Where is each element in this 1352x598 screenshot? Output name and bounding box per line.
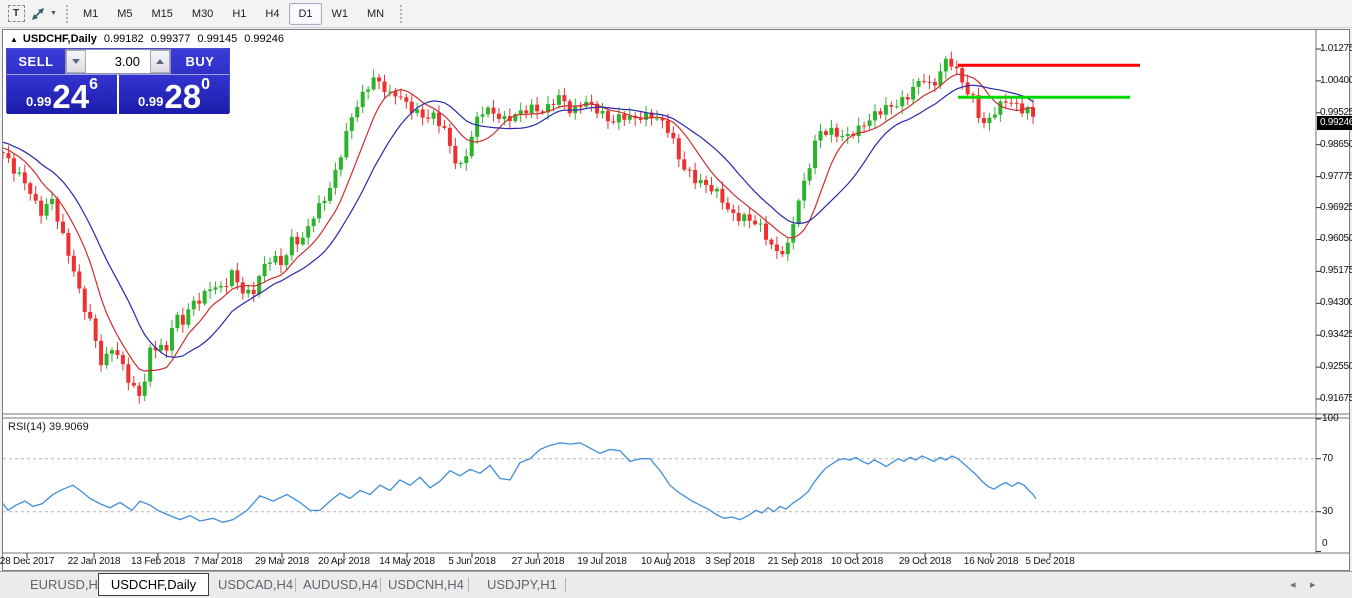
timeframe-button-h4[interactable]: H4 (256, 3, 288, 25)
timeframe-button-d1[interactable]: D1 (289, 3, 321, 25)
toolbar-grip (66, 5, 68, 23)
buy-price-pip: 0 (201, 78, 210, 92)
volume-stepper: 3.00 (65, 49, 171, 74)
date-axis-label: 5 Jun 2018 (448, 556, 496, 567)
tab-separator (565, 578, 566, 592)
tab-separator (295, 578, 296, 592)
chart-tab-usdchf[interactable]: USDCHF,Daily (98, 573, 209, 596)
date-axis-label: 16 Nov 2018 (964, 556, 1019, 567)
tab-scroll-right-icon[interactable]: ▸ (1310, 578, 1316, 591)
ohlc-high: 0.99377 (151, 33, 191, 45)
date-axis-label: 7 Mar 2018 (194, 556, 243, 567)
chart-tab-audusd[interactable]: AUDUSD,H4 (303, 577, 378, 592)
date-axis-label: 10 Oct 2018 (831, 556, 883, 567)
date-axis-label: 28 Dec 2017 (0, 556, 54, 567)
date-axis-label: 14 May 2018 (379, 556, 435, 567)
rsi-axis-label: 0 (1322, 538, 1328, 549)
rsi-axis-label: 70 (1322, 453, 1333, 464)
date-axis-label: 3 Sep 2018 (705, 556, 754, 567)
chart-tab-eurusd[interactable]: EURUSD,H4 (30, 577, 105, 592)
sell-price-big: 24 (52, 82, 89, 112)
date-axis-label: 22 Jan 2018 (68, 556, 121, 567)
sell-price-pip: 6 (89, 78, 98, 92)
chart-tab-bar: EURUSD,H4USDCHF,Daily USDCAD,H4 AUDUSD,H4 U… (0, 571, 1352, 598)
one-click-trading-panel: SELL 3.00 BUY 0.99 24 6 0.99 28 0 (6, 48, 230, 113)
date-axis-label: 5 Dec 2018 (1025, 556, 1074, 567)
chart-tab-usdcnh[interactable]: USDCNH,H4 (388, 577, 464, 592)
timeframe-button-w1[interactable]: W1 (323, 3, 358, 25)
price-axis-label: 0.92550 (1320, 361, 1352, 372)
volume-input[interactable]: 3.00 (86, 50, 150, 73)
volume-decrease-button[interactable] (66, 50, 86, 73)
toolbar-grip-end (400, 5, 402, 23)
date-axis-label: 20 Apr 2018 (318, 556, 370, 567)
collapse-panel-icon[interactable]: ▲ (10, 35, 18, 44)
tab-separator (468, 578, 469, 592)
timeframe-button-h1[interactable]: H1 (223, 3, 255, 25)
rsi-indicator-label: RSI(14) 39.9069 (8, 421, 89, 433)
price-axis-label: 0.93425 (1320, 329, 1352, 340)
rsi-axis-label: 30 (1322, 506, 1333, 517)
price-axis-label: 0.94300 (1320, 297, 1352, 308)
timeframe-button-m30[interactable]: M30 (183, 3, 222, 25)
timeframe-button-m5[interactable]: M5 (108, 3, 141, 25)
buy-button[interactable]: BUY (171, 49, 229, 74)
date-axis-label: 29 Mar 2018 (255, 556, 309, 567)
ohlc-close: 0.99246 (244, 33, 284, 45)
chart-tab-usdcad[interactable]: USDCAD,H4 (218, 577, 293, 592)
text-tool-button[interactable]: T (4, 3, 28, 25)
price-axis-label: 1.01275 (1320, 43, 1352, 54)
price-axis-label: 0.96925 (1320, 202, 1352, 213)
price-axis-label: 0.91675 (1320, 393, 1352, 404)
rsi-axis-label: 100 (1322, 413, 1339, 424)
date-axis-label: 10 Aug 2018 (641, 556, 695, 567)
timeframe-button-m15[interactable]: M15 (143, 3, 182, 25)
buy-price-big: 28 (164, 82, 201, 112)
chart-tab-usdjpy[interactable]: USDJPY,H1 (487, 577, 557, 592)
timeframe-button-m1[interactable]: M1 (74, 3, 107, 25)
ohlc-open: 0.99182 (104, 33, 144, 45)
price-axis-label: 0.97775 (1320, 171, 1352, 182)
ohlc-low: 0.99145 (197, 33, 237, 45)
price-axis-label: 1.00400 (1320, 75, 1352, 86)
price-axis-label: 0.96050 (1320, 233, 1352, 244)
text-tool-icon: T (8, 5, 25, 22)
date-axis-label: 21 Sep 2018 (768, 556, 823, 567)
tab-scroll-left-icon[interactable]: ◂ (1290, 578, 1296, 591)
timeframe-toolbar: T ▼ M1M5M15M30H1H4D1W1MN (0, 0, 1352, 28)
mt4-window: T ▼ M1M5M15M30H1H4D1W1MN ▲ USDCHF,Daily … (0, 0, 1352, 598)
arrows-icon (31, 7, 47, 21)
volume-increase-button[interactable] (150, 50, 170, 73)
date-axis-label: 27 Jun 2018 (512, 556, 565, 567)
date-axis-label: 13 Feb 2018 (131, 556, 185, 567)
date-axis-label: 19 Jul 2018 (577, 556, 627, 567)
triangle-up-icon (156, 59, 164, 64)
sell-price-prefix: 0.99 (26, 92, 51, 112)
tab-separator (380, 578, 381, 592)
arrows-tool-button[interactable]: ▼ (31, 3, 57, 25)
current-price-tag: 0.99246 (1317, 116, 1352, 130)
chart-ohlc-header: ▲ USDCHF,Daily 0.99182 0.99377 0.99145 0… (10, 33, 284, 45)
date-axis-label: 29 Oct 2018 (899, 556, 951, 567)
timeframe-button-mn[interactable]: MN (358, 3, 393, 25)
price-axis-label: 0.98650 (1320, 139, 1352, 150)
sell-button[interactable]: SELL (7, 49, 65, 74)
sell-price-button[interactable]: 0.99 24 6 (7, 75, 117, 114)
triangle-down-icon (72, 59, 80, 64)
chart-symbol-label: USDCHF,Daily (23, 33, 97, 45)
chevron-down-icon: ▼ (50, 10, 57, 17)
price-axis-label: 0.95175 (1320, 265, 1352, 276)
buy-price-button[interactable]: 0.99 28 0 (119, 75, 229, 114)
buy-price-prefix: 0.99 (138, 92, 163, 112)
